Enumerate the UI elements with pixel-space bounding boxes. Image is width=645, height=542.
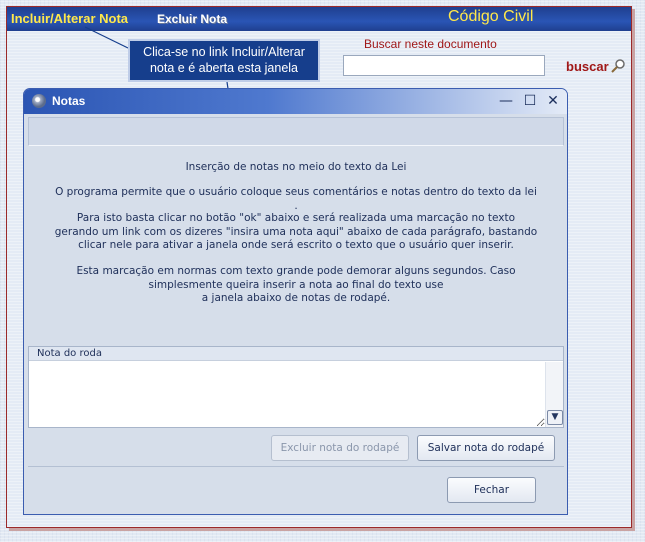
p1-line-1: O programa permite que o usuário coloque…: [55, 186, 537, 198]
minimize-icon[interactable]: —: [497, 93, 515, 110]
footnote-panel: Nota do roda ▼: [28, 346, 564, 428]
search-button[interactable]: buscar: [566, 59, 609, 74]
p2-line-1: Para isto basta clicar no botão "ok" aba…: [76, 212, 516, 224]
magnifier-icon[interactable]: [610, 58, 626, 74]
app-title: Código Civil: [448, 8, 534, 25]
dialog-title: Notas: [52, 94, 86, 108]
callout-line-1: Clica-se no link Incluir/Alterar: [143, 45, 305, 59]
instructions-paragraph-2: Para isto basta clicar no botão "ok" aba…: [28, 212, 564, 253]
instructions-paragraph-3: Esta marcação em normas com texto grande…: [28, 265, 564, 306]
app-logo-icon: [32, 94, 46, 108]
dialog-instructions: Inserção de notas no meio do texto da Le…: [28, 149, 564, 341]
footnote-textarea[interactable]: [29, 362, 545, 427]
callout-line-2: nota e é aberta esta janela: [149, 61, 299, 75]
notas-dialog: Notas — ☐ ✕ Inserção de notas no meio do…: [23, 88, 568, 515]
p2-line-2: gerando um link com os dizeres "insira u…: [54, 225, 538, 238]
search-input[interactable]: [343, 55, 545, 76]
p3-line-3: a janela abaixo de notas de rodapé.: [201, 292, 391, 304]
instructions-heading: Inserção de notas no meio do texto da Le…: [185, 161, 407, 173]
excluir-nota-link[interactable]: Excluir Nota: [157, 12, 227, 26]
p3-line-1: Esta marcação em normas com texto grande…: [76, 265, 516, 277]
maximize-icon[interactable]: ☐: [521, 93, 539, 110]
footnote-label: Nota do roda: [29, 347, 563, 361]
fechar-button[interactable]: Fechar: [447, 477, 536, 503]
instructions-paragraph-1: O programa permite que o usuário coloque…: [28, 186, 564, 213]
excluir-nota-rodape-button[interactable]: Excluir nota do rodapé: [271, 435, 409, 461]
p3-line-2: simplesmente queira inserir a nota ao fi…: [148, 278, 444, 291]
footnote-scrollbar[interactable]: ▼: [545, 362, 563, 427]
p1-line-2: .: [294, 199, 298, 212]
chevron-down-icon[interactable]: ▼: [547, 410, 563, 425]
footnote-actions: Excluir nota do rodapé Salvar nota do ro…: [28, 429, 564, 467]
toolbar-strip: [28, 117, 564, 146]
callout-note: Clica-se no link Incluir/Alterar nota e …: [128, 39, 320, 82]
salvar-nota-rodape-button[interactable]: Salvar nota do rodapé: [417, 435, 555, 461]
top-bar: Incluir/Alterar Nota Excluir Nota Código…: [7, 7, 631, 31]
dialog-title-bar[interactable]: Notas — ☐ ✕: [24, 89, 567, 114]
incluir-alterar-nota-link[interactable]: Incluir/Alterar Nota: [11, 11, 128, 26]
search-label: Buscar neste documento: [364, 37, 497, 51]
close-icon[interactable]: ✕: [544, 93, 562, 110]
p2-line-3: clicar nele para ativar a janela onde se…: [78, 239, 514, 251]
